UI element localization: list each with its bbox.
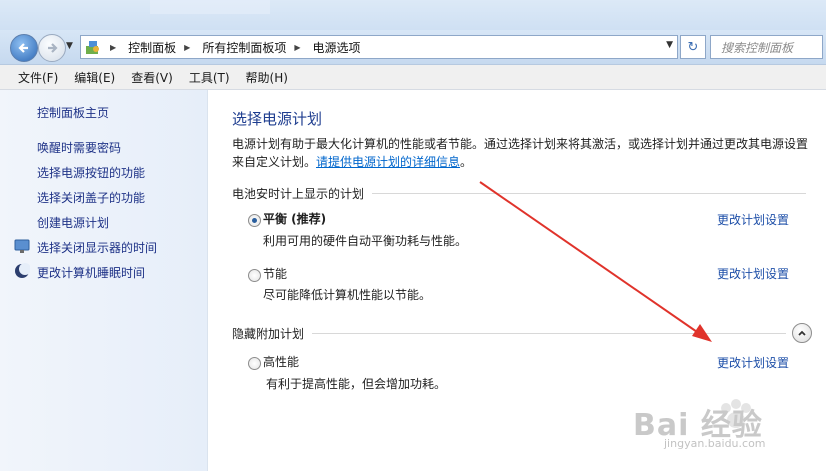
breadcrumb-control-panel[interactable]: 控制面板 (128, 39, 176, 56)
plan-radio-balanced[interactable] (248, 214, 261, 227)
plan-desc-balanced: 利用可用的硬件自动平衡功耗与性能。 (263, 234, 468, 248)
change-plan-settings-link[interactable]: 更改计划设置 (717, 211, 789, 228)
group-label: 隐藏附加计划 (232, 327, 305, 341)
breadcrumb-power-options[interactable]: 电源选项 (313, 39, 361, 56)
breadcrumb-all-items[interactable]: 所有控制面板项 (202, 39, 286, 56)
menu-help[interactable]: 帮助(H) (238, 69, 296, 86)
arrow-left-icon (18, 43, 28, 53)
title-ghost (150, 0, 270, 14)
refresh-icon: ↻ (687, 39, 699, 55)
address-dropdown-icon[interactable]: ▼ (666, 40, 673, 50)
group-header-battery-plans: 电池安时计上显示的计划 (232, 185, 806, 202)
collapse-button[interactable] (792, 323, 812, 343)
breadcrumb-separator[interactable]: ▶ (294, 43, 300, 52)
menu-tools[interactable]: 工具(T) (181, 69, 238, 86)
window-title-strip (0, 0, 826, 30)
address-toolbar: ▼ ▶ 控制面板 ▶ 所有控制面板项 ▶ 电源选项 ▼ ↻ 搜索控制面板 (0, 30, 826, 65)
menu-view[interactable]: 查看(V) (123, 69, 181, 86)
arrow-right-icon (48, 43, 58, 53)
sidebar-link-sleep-time[interactable]: 更改计算机睡眠时间 (37, 264, 145, 281)
menu-bar: 文件(F) 编辑(E) 查看(V) 工具(T) 帮助(H) (0, 65, 826, 90)
sidebar-link-display-off[interactable]: 选择关闭显示器的时间 (37, 239, 157, 256)
plan-radio-power-saver[interactable] (248, 269, 261, 282)
address-bar[interactable]: ▶ 控制面板 ▶ 所有控制面板项 ▶ 电源选项 ▼ (80, 35, 678, 59)
sidebar-link-create-plan[interactable]: 创建电源计划 (37, 214, 109, 231)
group-label: 电池安时计上显示的计划 (232, 187, 365, 201)
sidebar-home-link[interactable]: 控制面板主页 (37, 104, 109, 121)
description-end: 。 (460, 155, 473, 169)
plan-radio-high-performance[interactable] (248, 357, 261, 370)
monitor-icon (14, 239, 30, 253)
control-panel-icon (86, 41, 99, 54)
breadcrumb-separator[interactable]: ▶ (110, 43, 116, 52)
forward-button[interactable] (38, 34, 66, 62)
back-button[interactable] (10, 34, 38, 62)
group-divider (372, 193, 806, 194)
change-plan-settings-link[interactable]: 更改计划设置 (717, 265, 789, 282)
plan-details-link[interactable]: 请提供电源计划的详细信息 (316, 155, 460, 169)
group-divider (312, 333, 786, 334)
sidebar: 控制面板主页 唤醒时需要密码 选择电源按钮的功能 选择关闭盖子的功能 创建电源计… (0, 90, 208, 471)
plan-desc-power-saver: 尽可能降低计算机性能以节能。 (263, 288, 432, 302)
refresh-button[interactable]: ↻ (680, 35, 706, 59)
menu-edit[interactable]: 编辑(E) (66, 69, 123, 86)
search-input[interactable]: 搜索控制面板 (710, 35, 823, 59)
page-title: 选择电源计划 (232, 110, 323, 128)
history-dropdown-icon[interactable]: ▼ (66, 41, 73, 51)
plan-name-power-saver[interactable]: 节能 (263, 265, 287, 282)
breadcrumb-separator[interactable]: ▶ (184, 43, 190, 52)
search-placeholder: 搜索控制面板 (721, 40, 794, 55)
change-plan-settings-link[interactable]: 更改计划设置 (717, 354, 789, 371)
sidebar-link-lid[interactable]: 选择关闭盖子的功能 (37, 189, 145, 206)
sidebar-link-power-button[interactable]: 选择电源按钮的功能 (37, 164, 145, 181)
sidebar-link-wake-password[interactable]: 唤醒时需要密码 (37, 139, 121, 156)
menu-file[interactable]: 文件(F) (0, 69, 66, 86)
page-description: 电源计划有助于最大化计算机的性能或者节能。通过选择计划来将其激活，或选择计划并通… (232, 135, 812, 171)
chevron-up-icon (798, 330, 806, 336)
plan-desc-high-performance: 有利于提高性能，但会增加功耗。 (266, 377, 447, 391)
plan-name-balanced[interactable]: 平衡 (推荐) (263, 210, 326, 227)
sleep-moon-icon (15, 263, 30, 278)
plan-name-high-performance[interactable]: 高性能 (263, 353, 299, 370)
watermark-url: jingyan.baidu.com (664, 437, 766, 450)
group-header-hidden-plans: 隐藏附加计划 (232, 325, 786, 342)
